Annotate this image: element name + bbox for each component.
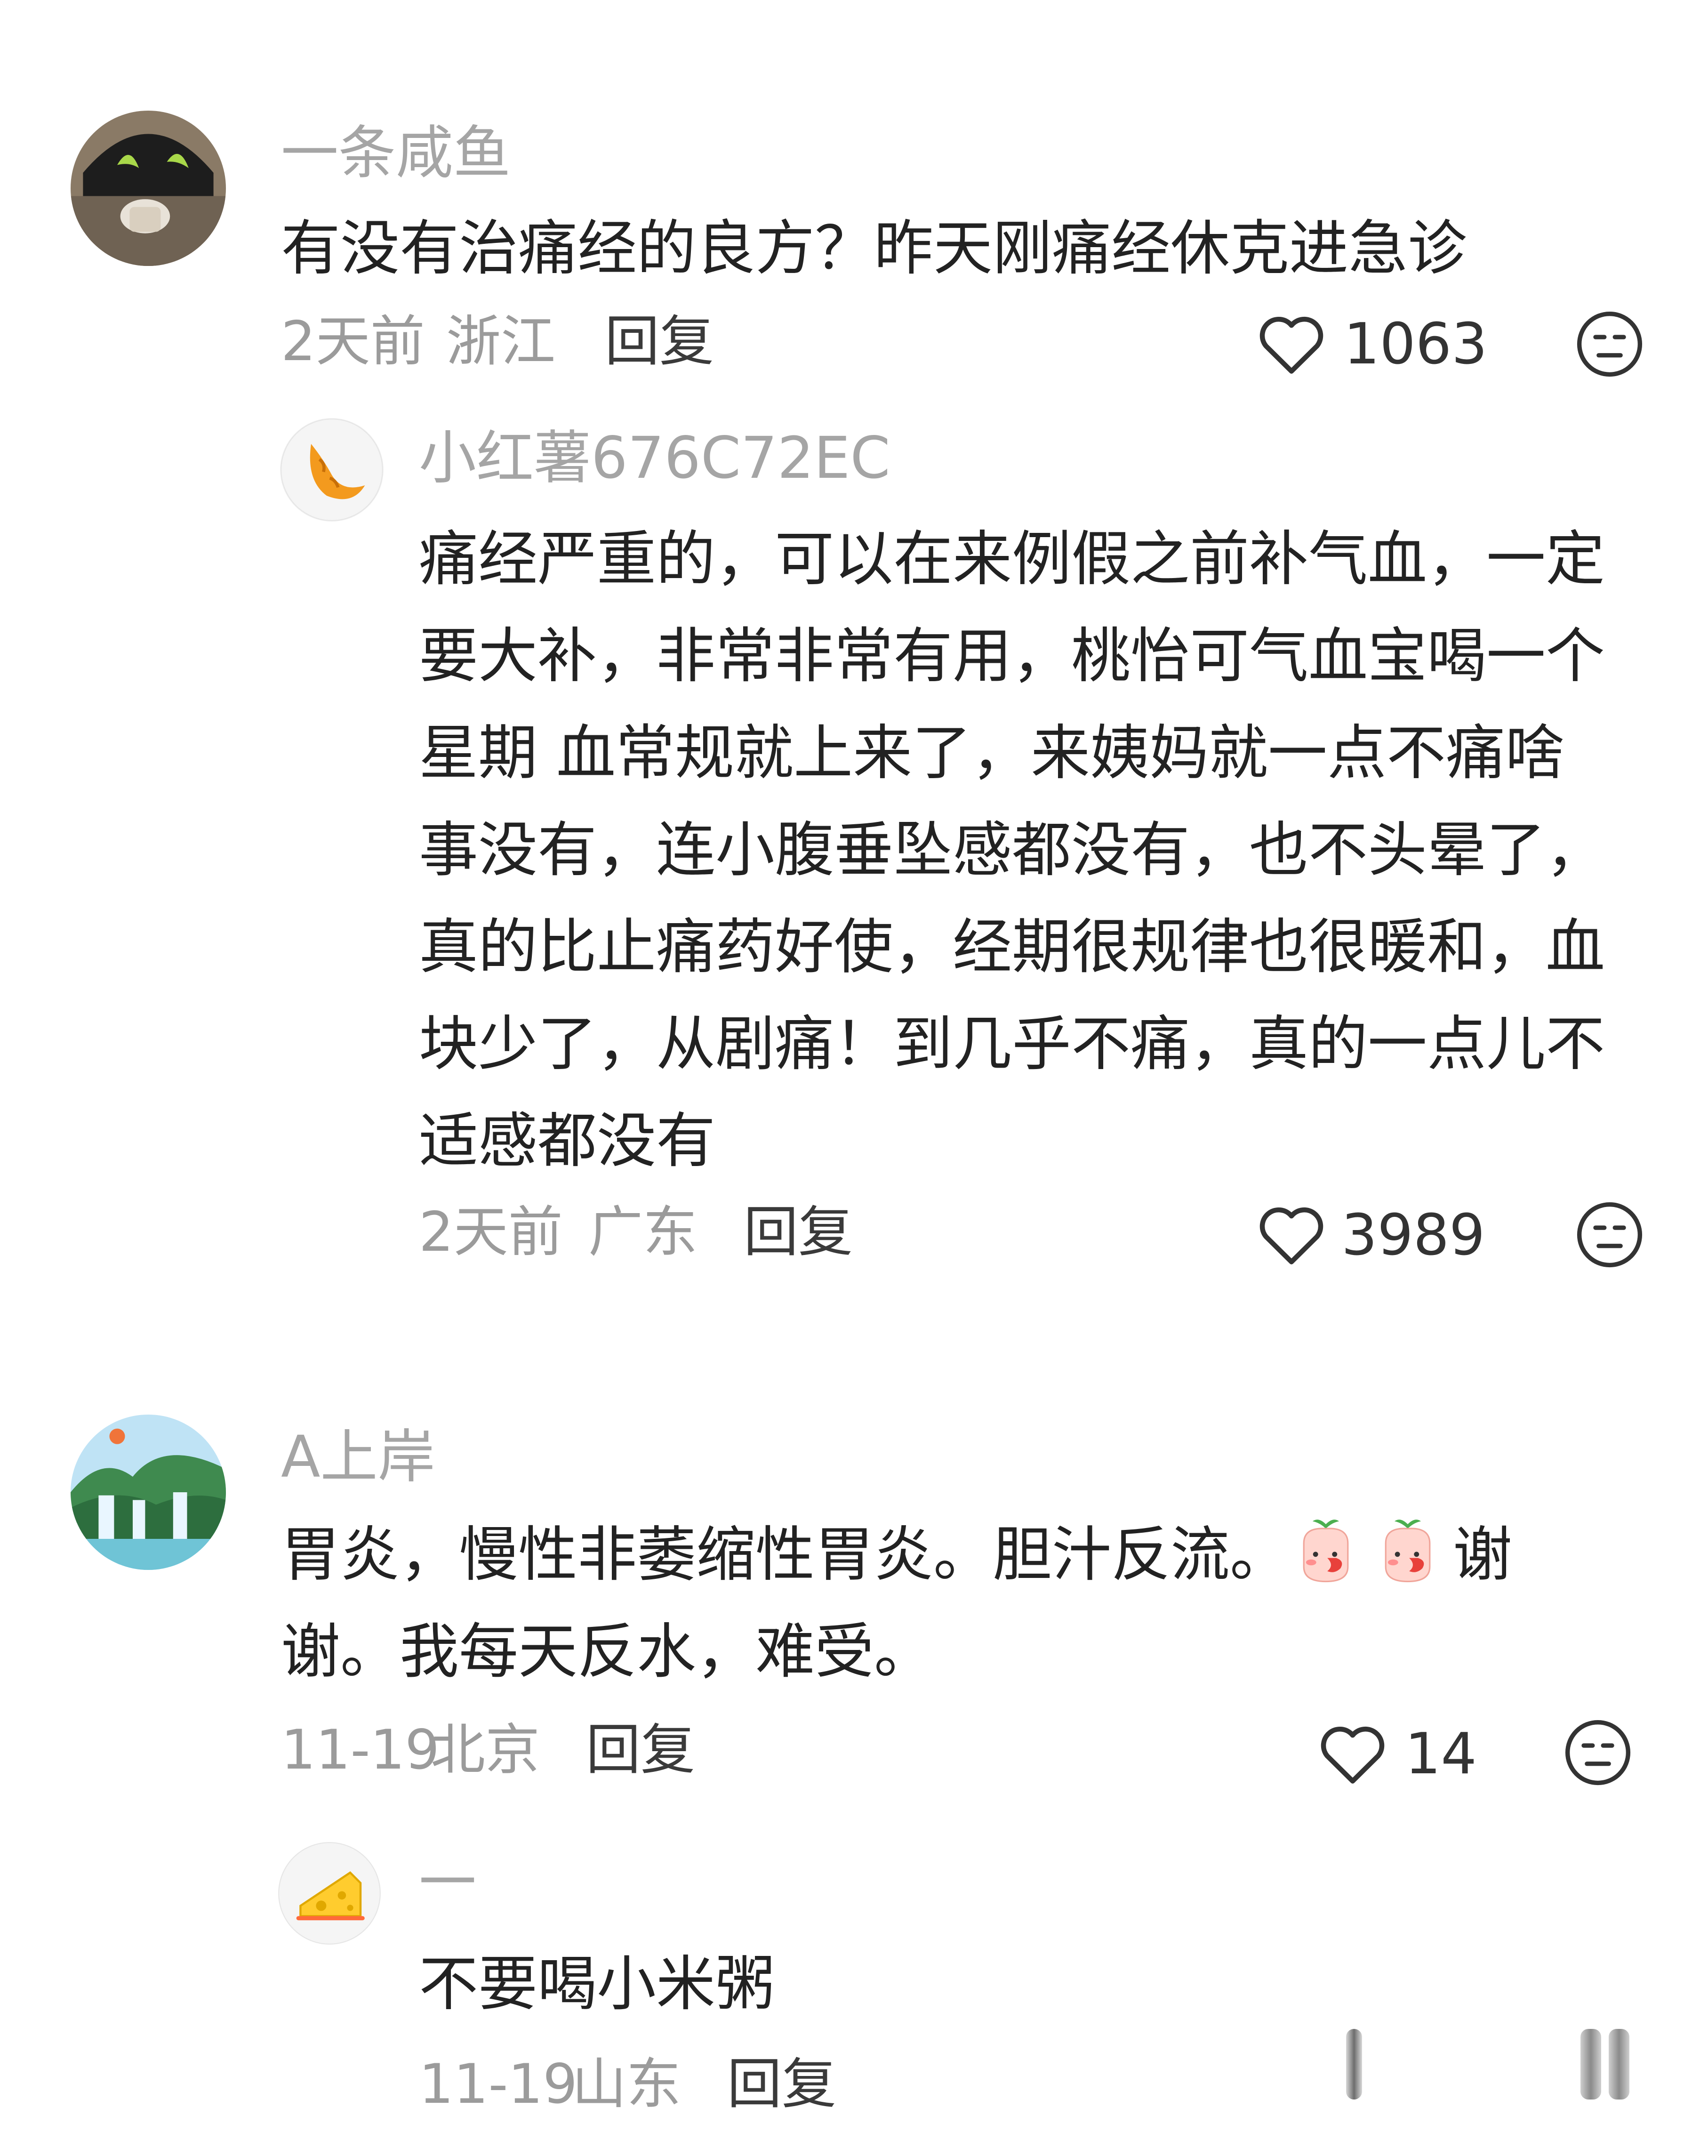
comment-location: 浙江 bbox=[446, 310, 555, 373]
heart-outline-icon[interactable] bbox=[1257, 311, 1326, 377]
blushing-peach-emoji bbox=[1289, 1514, 1363, 1587]
like-count: 1063 bbox=[1344, 312, 1488, 377]
avatar-photo bbox=[71, 111, 226, 266]
comment-location: 北京 bbox=[431, 1718, 540, 1782]
reply-button[interactable]: 回复 bbox=[744, 1205, 853, 1260]
user-avatar[interactable] bbox=[278, 1842, 381, 1945]
avatar-waterfall-landscape bbox=[71, 1415, 226, 1570]
reply-button[interactable]: 回复 bbox=[586, 1723, 695, 1778]
scroll-handle[interactable] bbox=[1580, 2029, 1601, 2100]
reply-location: 广东 bbox=[588, 1200, 698, 1264]
like-count: 3989 bbox=[1341, 1203, 1485, 1268]
scroll-handle[interactable] bbox=[1609, 2029, 1629, 2100]
heart-outline-icon[interactable] bbox=[1257, 1201, 1326, 1267]
heart-outline-icon[interactable] bbox=[1318, 1721, 1387, 1786]
cheese-icon bbox=[278, 1842, 381, 1945]
user-avatar[interactable] bbox=[71, 111, 226, 266]
comment-text: 有没有治痛经的良方？昨天刚痛经休克进急诊 bbox=[281, 214, 1467, 283]
comment-time: 2天前 bbox=[281, 310, 425, 373]
comment-time: 11-19 bbox=[281, 1718, 440, 1782]
comment-username[interactable]: 一条咸鱼 bbox=[281, 124, 511, 182]
croissant-icon bbox=[281, 418, 383, 521]
comment-text-part-1: 胃炎，慢性非萎缩性胃炎。胆汁反流。 bbox=[281, 1520, 1289, 1589]
reply-username[interactable]: 一 bbox=[419, 1854, 476, 1911]
reply-time: 11-19 bbox=[419, 2052, 578, 2116]
blushing-peach-emoji bbox=[1371, 1514, 1444, 1587]
unamused-face-icon[interactable] bbox=[1563, 1717, 1633, 1788]
reply-username[interactable]: 小红薯676C72EC bbox=[419, 429, 890, 487]
reply-location: 山东 bbox=[572, 2052, 681, 2116]
user-avatar[interactable] bbox=[280, 418, 384, 522]
reply-text: 痛经严重的，可以在来例假之前补气血，一定要大补，非常非常有用，桃怡可气血宝喝一个… bbox=[419, 524, 1605, 1175]
reply-button[interactable]: 回复 bbox=[727, 2057, 836, 2112]
scroll-handle[interactable] bbox=[1346, 2029, 1362, 2100]
comment-list: 一条咸鱼 有没有治痛经的良方？昨天刚痛经休克进急诊 2天前 浙江 回复 1063… bbox=[0, 0, 1708, 2156]
unamused-face-icon[interactable] bbox=[1574, 1199, 1645, 1270]
reply-button[interactable]: 回复 bbox=[605, 314, 714, 369]
reply-time: 2天前 bbox=[419, 1200, 563, 1264]
comment-text: 胃炎，慢性非萎缩性胃炎。胆汁反流。 谢谢。我每天反水，难受。 bbox=[281, 1506, 1552, 1700]
reply-text: 不要喝小米粥 bbox=[419, 1949, 775, 2019]
like-count: 14 bbox=[1405, 1722, 1477, 1787]
user-avatar[interactable] bbox=[71, 1415, 226, 1570]
comment-username[interactable]: A上岸 bbox=[281, 1428, 435, 1486]
unamused-face-icon[interactable] bbox=[1574, 309, 1645, 379]
